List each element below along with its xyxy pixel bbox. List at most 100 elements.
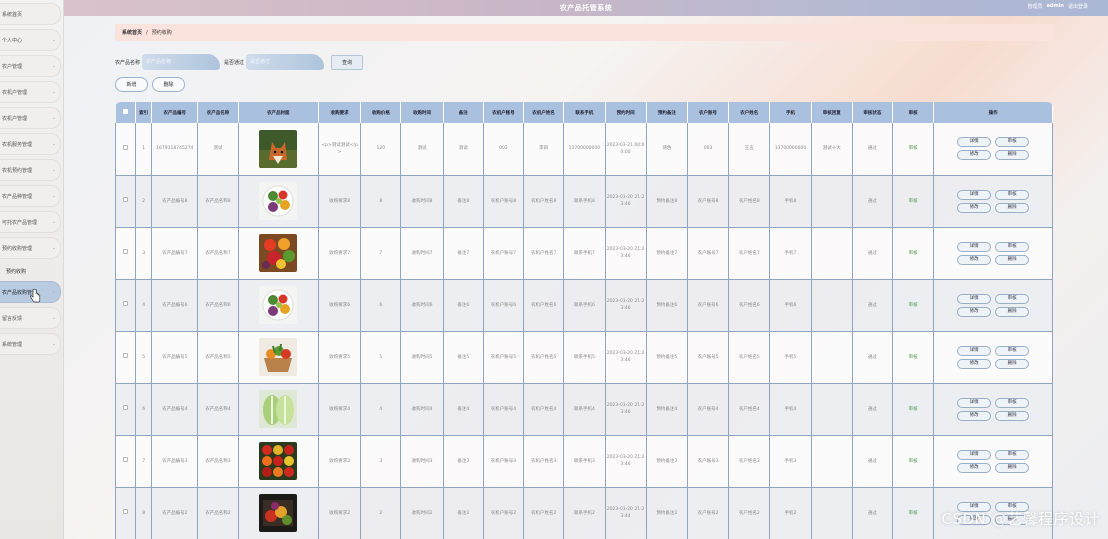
sidebar-item[interactable]: 系统首页 (0, 3, 61, 25)
sidebar-subitem[interactable]: 预约收购 (0, 263, 63, 279)
remark: 备注4 (443, 383, 484, 436)
sidebar-item[interactable]: 农户管理 ⌄ (0, 55, 61, 77)
search-button[interactable]: 查询 (331, 54, 364, 70)
edit-button[interactable]: 修改 (957, 462, 992, 473)
row-checkbox[interactable] (123, 509, 129, 514)
detail-button[interactable]: 详情 (957, 137, 992, 148)
audit-button[interactable]: 审核 (995, 293, 1030, 304)
row-checkbox[interactable] (123, 405, 129, 410)
contact-phone: 联系手机2 (563, 487, 606, 539)
operations-cell: 详情 审核 修改 删除 (933, 383, 1053, 436)
sidebar-item[interactable]: 预约收购管理 ⌄ (0, 237, 61, 259)
audit-button[interactable]: 审核 (995, 397, 1030, 408)
delete-button[interactable]: 删除 (152, 77, 185, 92)
approved-input[interactable] (246, 54, 325, 70)
product-cover-image (259, 286, 298, 324)
audit-link[interactable]: 审核 (892, 175, 935, 228)
row-delete-button[interactable]: 删除 (995, 462, 1030, 473)
row-checkbox[interactable] (123, 301, 129, 306)
column-header: 操作 (933, 102, 1053, 123)
row-actions: 详情 审核 修改 删除 (935, 137, 1051, 161)
audit-reply (811, 487, 853, 539)
row-select-cell[interactable] (115, 383, 137, 436)
app-title: 农产品托管系统 (559, 4, 613, 12)
detail-button[interactable]: 详情 (957, 345, 992, 356)
audit-link[interactable]: 审核 (892, 435, 935, 488)
row-delete-button[interactable]: 删除 (995, 254, 1030, 265)
edit-button[interactable]: 修改 (957, 202, 992, 213)
audit-link[interactable]: 审核 (892, 383, 935, 436)
sidebar-item[interactable]: 农机户管理 ⌄ (0, 107, 61, 129)
breadcrumb-current: 预约收购 (151, 30, 172, 36)
row-select-cell[interactable] (115, 487, 137, 539)
edit-button[interactable]: 修改 (957, 254, 992, 265)
select-all-header[interactable] (115, 102, 137, 123)
row-delete-button[interactable]: 删除 (995, 410, 1030, 421)
row-checkbox[interactable] (123, 249, 129, 254)
sidebar-item[interactable]: 可托农产品管理 ⌄ (0, 211, 61, 233)
product-name-input[interactable] (142, 54, 221, 70)
purchase-time: 收购时间4 (400, 383, 444, 436)
sidebar-item[interactable]: 农产品种管理 ⌄ (0, 185, 61, 207)
sidebar-item[interactable]: 农机服务管理 ⌄ (0, 133, 61, 155)
audit-link[interactable]: 审核 (892, 227, 935, 280)
audit-link[interactable]: 审核 (892, 279, 935, 332)
table-row: 5 农产品编号5 农产品名称5 收购要求5 5 收购时间5 备注5 农机户账号5 农机户姓名5 联… (115, 331, 1053, 384)
edit-button[interactable]: 修改 (957, 306, 992, 317)
row-delete-button[interactable]: 删除 (995, 358, 1030, 369)
sidebar-item[interactable]: 留言反馈 ⌄ (0, 307, 61, 329)
row-delete-button[interactable]: 删除 (995, 306, 1030, 317)
row-checkbox[interactable] (123, 457, 129, 462)
row-select-cell[interactable] (115, 227, 137, 280)
sidebar-item-label: 农机户管理 (2, 115, 28, 122)
sidebar-item-label: 预约收购管理 (2, 245, 33, 252)
row-select-cell[interactable] (115, 123, 137, 176)
row-checkbox[interactable] (123, 353, 129, 358)
audit-reply: 测试十大 (811, 123, 853, 176)
data-table: 索引 农产品编号 农产品名称 农产品封面 收购要求 收购价格 收购时间 备注 农机户账号 农机户姓… (115, 102, 1053, 539)
row-delete-button[interactable]: 删除 (995, 150, 1030, 161)
breadcrumb-home[interactable]: 系统首页 (122, 29, 142, 36)
sidebar-item[interactable]: 农机预约管理 ⌄ (0, 159, 61, 181)
audit-link[interactable]: 审核 (892, 123, 935, 176)
audit-button[interactable]: 审核 (995, 189, 1030, 200)
audit-link[interactable]: 审核 (892, 331, 935, 384)
sidebar-item[interactable]: 个人中心 ⌄ (0, 29, 61, 51)
detail-button[interactable]: 详情 (957, 241, 992, 252)
purchase-requirement: 收购要求6 (318, 279, 362, 332)
operations-cell: 详情 审核 修改 删除 (933, 227, 1053, 280)
audit-status: 通过 (852, 435, 894, 488)
row-delete-button[interactable]: 删除 (995, 202, 1030, 213)
product-name: 农产品名称7 (197, 227, 239, 280)
sidebar-item[interactable]: 系统管理 ⌄ (0, 333, 61, 355)
audit-button[interactable]: 审核 (995, 449, 1030, 460)
purchase-requirement: 收购要求2 (318, 487, 362, 539)
audit-status: 通过 (852, 487, 894, 539)
row-select-cell[interactable] (115, 435, 137, 488)
row-index: 4 (135, 279, 153, 332)
audit-link[interactable]: 审核 (892, 487, 935, 539)
appointment-note: 预约备注4 (646, 383, 688, 436)
detail-button[interactable]: 详情 (957, 397, 992, 408)
detail-button[interactable]: 详情 (957, 293, 992, 304)
product-code: 1679318745274 (151, 123, 199, 176)
select-all-checkbox[interactable] (122, 109, 128, 114)
chevron-down-icon: ⌄ (51, 315, 56, 321)
audit-button[interactable]: 审核 (995, 137, 1030, 148)
audit-button[interactable]: 审核 (995, 241, 1030, 252)
row-select-cell[interactable] (115, 175, 137, 228)
edit-button[interactable]: 修改 (957, 358, 992, 369)
edit-button[interactable]: 修改 (957, 150, 992, 161)
sidebar-item[interactable]: 农机户管理 ⌄ (0, 81, 61, 103)
detail-button[interactable]: 详情 (957, 449, 992, 460)
row-select-cell[interactable] (115, 279, 137, 332)
edit-button[interactable]: 修改 (957, 410, 992, 421)
row-checkbox[interactable] (123, 197, 129, 202)
add-button[interactable]: 新增 (115, 77, 148, 92)
detail-button[interactable]: 详情 (957, 189, 992, 200)
audit-button[interactable]: 审核 (995, 345, 1030, 356)
row-checkbox[interactable] (123, 144, 129, 150)
row-select-cell[interactable] (115, 331, 137, 384)
logout-link[interactable]: 退出登录 (1068, 3, 1088, 10)
row-index: 2 (135, 175, 153, 228)
